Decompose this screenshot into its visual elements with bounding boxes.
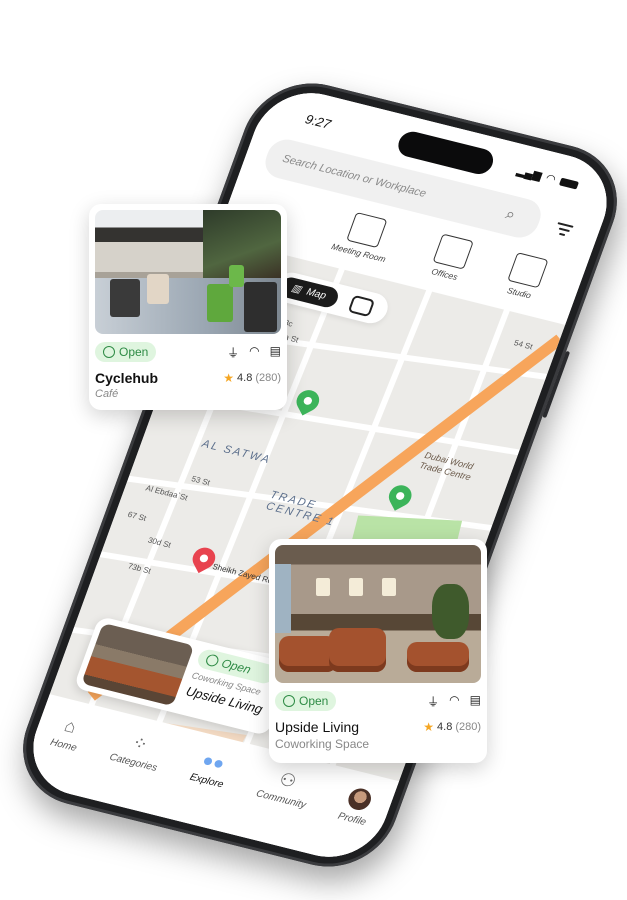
place-category: Café (95, 388, 119, 400)
home-icon: ⌂ (61, 715, 80, 737)
category-label: Studio (505, 285, 533, 301)
tab-explore[interactable]: ●● Explore (188, 748, 233, 791)
category-label: Meeting Room (330, 241, 388, 265)
tab-label: Explore (188, 771, 225, 791)
star-icon: ★ (423, 720, 435, 734)
wifi-icon: ◠ (543, 172, 558, 186)
filter-icon[interactable] (553, 219, 575, 240)
power-plug-icon: ⏚ (427, 694, 440, 709)
status-time: 9:27 (303, 111, 333, 132)
category-meeting-room[interactable]: Meeting Room (330, 209, 399, 264)
battery-icon (559, 177, 580, 190)
status-badge: Open (95, 342, 157, 362)
place-image (81, 622, 195, 707)
wifi-icon: ◠ (249, 343, 260, 358)
stage: AL SATWA TRADE CENTRE 1 TRADE CENTRE 2 D… (0, 0, 627, 900)
status-icons: ▂▄▆ ◠ (515, 164, 580, 191)
rating-value: 4.8 (437, 721, 453, 733)
status-text: Open (119, 345, 149, 359)
wifi-icon: ◠ (449, 692, 460, 707)
rating-value: 4.8 (237, 372, 253, 384)
clock-icon (103, 346, 115, 358)
status-text: Open (299, 694, 329, 708)
studio-icon (506, 252, 549, 289)
locker-icon: ▤ (269, 343, 281, 358)
card-status-row: Open ⏚ ◠ ▤ (275, 691, 481, 711)
avatar (344, 786, 374, 813)
map-icon: ▥ (289, 282, 303, 296)
tab-community[interactable]: ⚇ Community (254, 765, 315, 811)
place-card-cyclehub[interactable]: Open ⏚ ◠ ▤ Cyclehub ★ 4.8 (280) Café (89, 204, 287, 410)
map-toggle-label: Map (304, 286, 328, 302)
tab-label: Profile (336, 810, 368, 829)
card-status-row: Open ⏚ ◠ ▤ (95, 342, 281, 362)
status-text: Open (219, 656, 253, 677)
review-count: (280) (255, 372, 281, 384)
place-name: Upside Living (275, 719, 360, 735)
layers-icon[interactable] (347, 294, 376, 317)
place-category: Coworking Space (275, 737, 370, 751)
tab-home[interactable]: ⌂ Home (48, 713, 87, 754)
place-image (275, 545, 481, 683)
tab-profile[interactable]: Profile (336, 785, 377, 828)
place-info: Open Coworking Space Upside Living (180, 647, 278, 727)
category-label: Offices (430, 266, 460, 283)
amenities: ⏚ ◠ ▤ (227, 344, 281, 361)
categories-icon: ⁘ (129, 732, 152, 755)
offices-icon (432, 233, 474, 270)
clock-icon (283, 695, 295, 707)
status-badge: Open (275, 691, 337, 711)
binoculars-icon: ●● (199, 749, 228, 774)
card-title-row: Cyclehub ★ 4.8 (280) (95, 370, 281, 386)
amenities: ⏚ ◠ ▤ (427, 693, 481, 710)
category-studio[interactable]: Studio (502, 252, 549, 301)
tab-categories[interactable]: ⁘ Categories (108, 728, 167, 774)
tab-label: Categories (107, 751, 159, 774)
tab-label: Community (254, 788, 308, 811)
review-count: (280) (455, 721, 481, 733)
community-icon: ⚇ (276, 768, 300, 792)
locker-icon: ▤ (469, 692, 481, 707)
card-title-row: Upside Living ★ 4.8 (280) (275, 719, 481, 735)
place-image (95, 210, 281, 334)
rating: ★ 4.8 (280) (223, 371, 281, 385)
clock-icon (204, 653, 221, 668)
star-icon: ★ (223, 371, 235, 385)
place-name: Cyclehub (95, 370, 159, 386)
tab-label: Home (48, 737, 79, 754)
rating: ★ 4.8 (280) (423, 720, 481, 734)
category-offices[interactable]: Offices (427, 233, 474, 283)
power-plug-icon: ⏚ (227, 345, 240, 360)
meeting-room-icon (346, 212, 388, 249)
signal-icon: ▂▄▆ (515, 164, 544, 183)
place-card-upside-living[interactable]: Open ⏚ ◠ ▤ Upside Living ★ 4.8 (280) Cow… (269, 539, 487, 763)
